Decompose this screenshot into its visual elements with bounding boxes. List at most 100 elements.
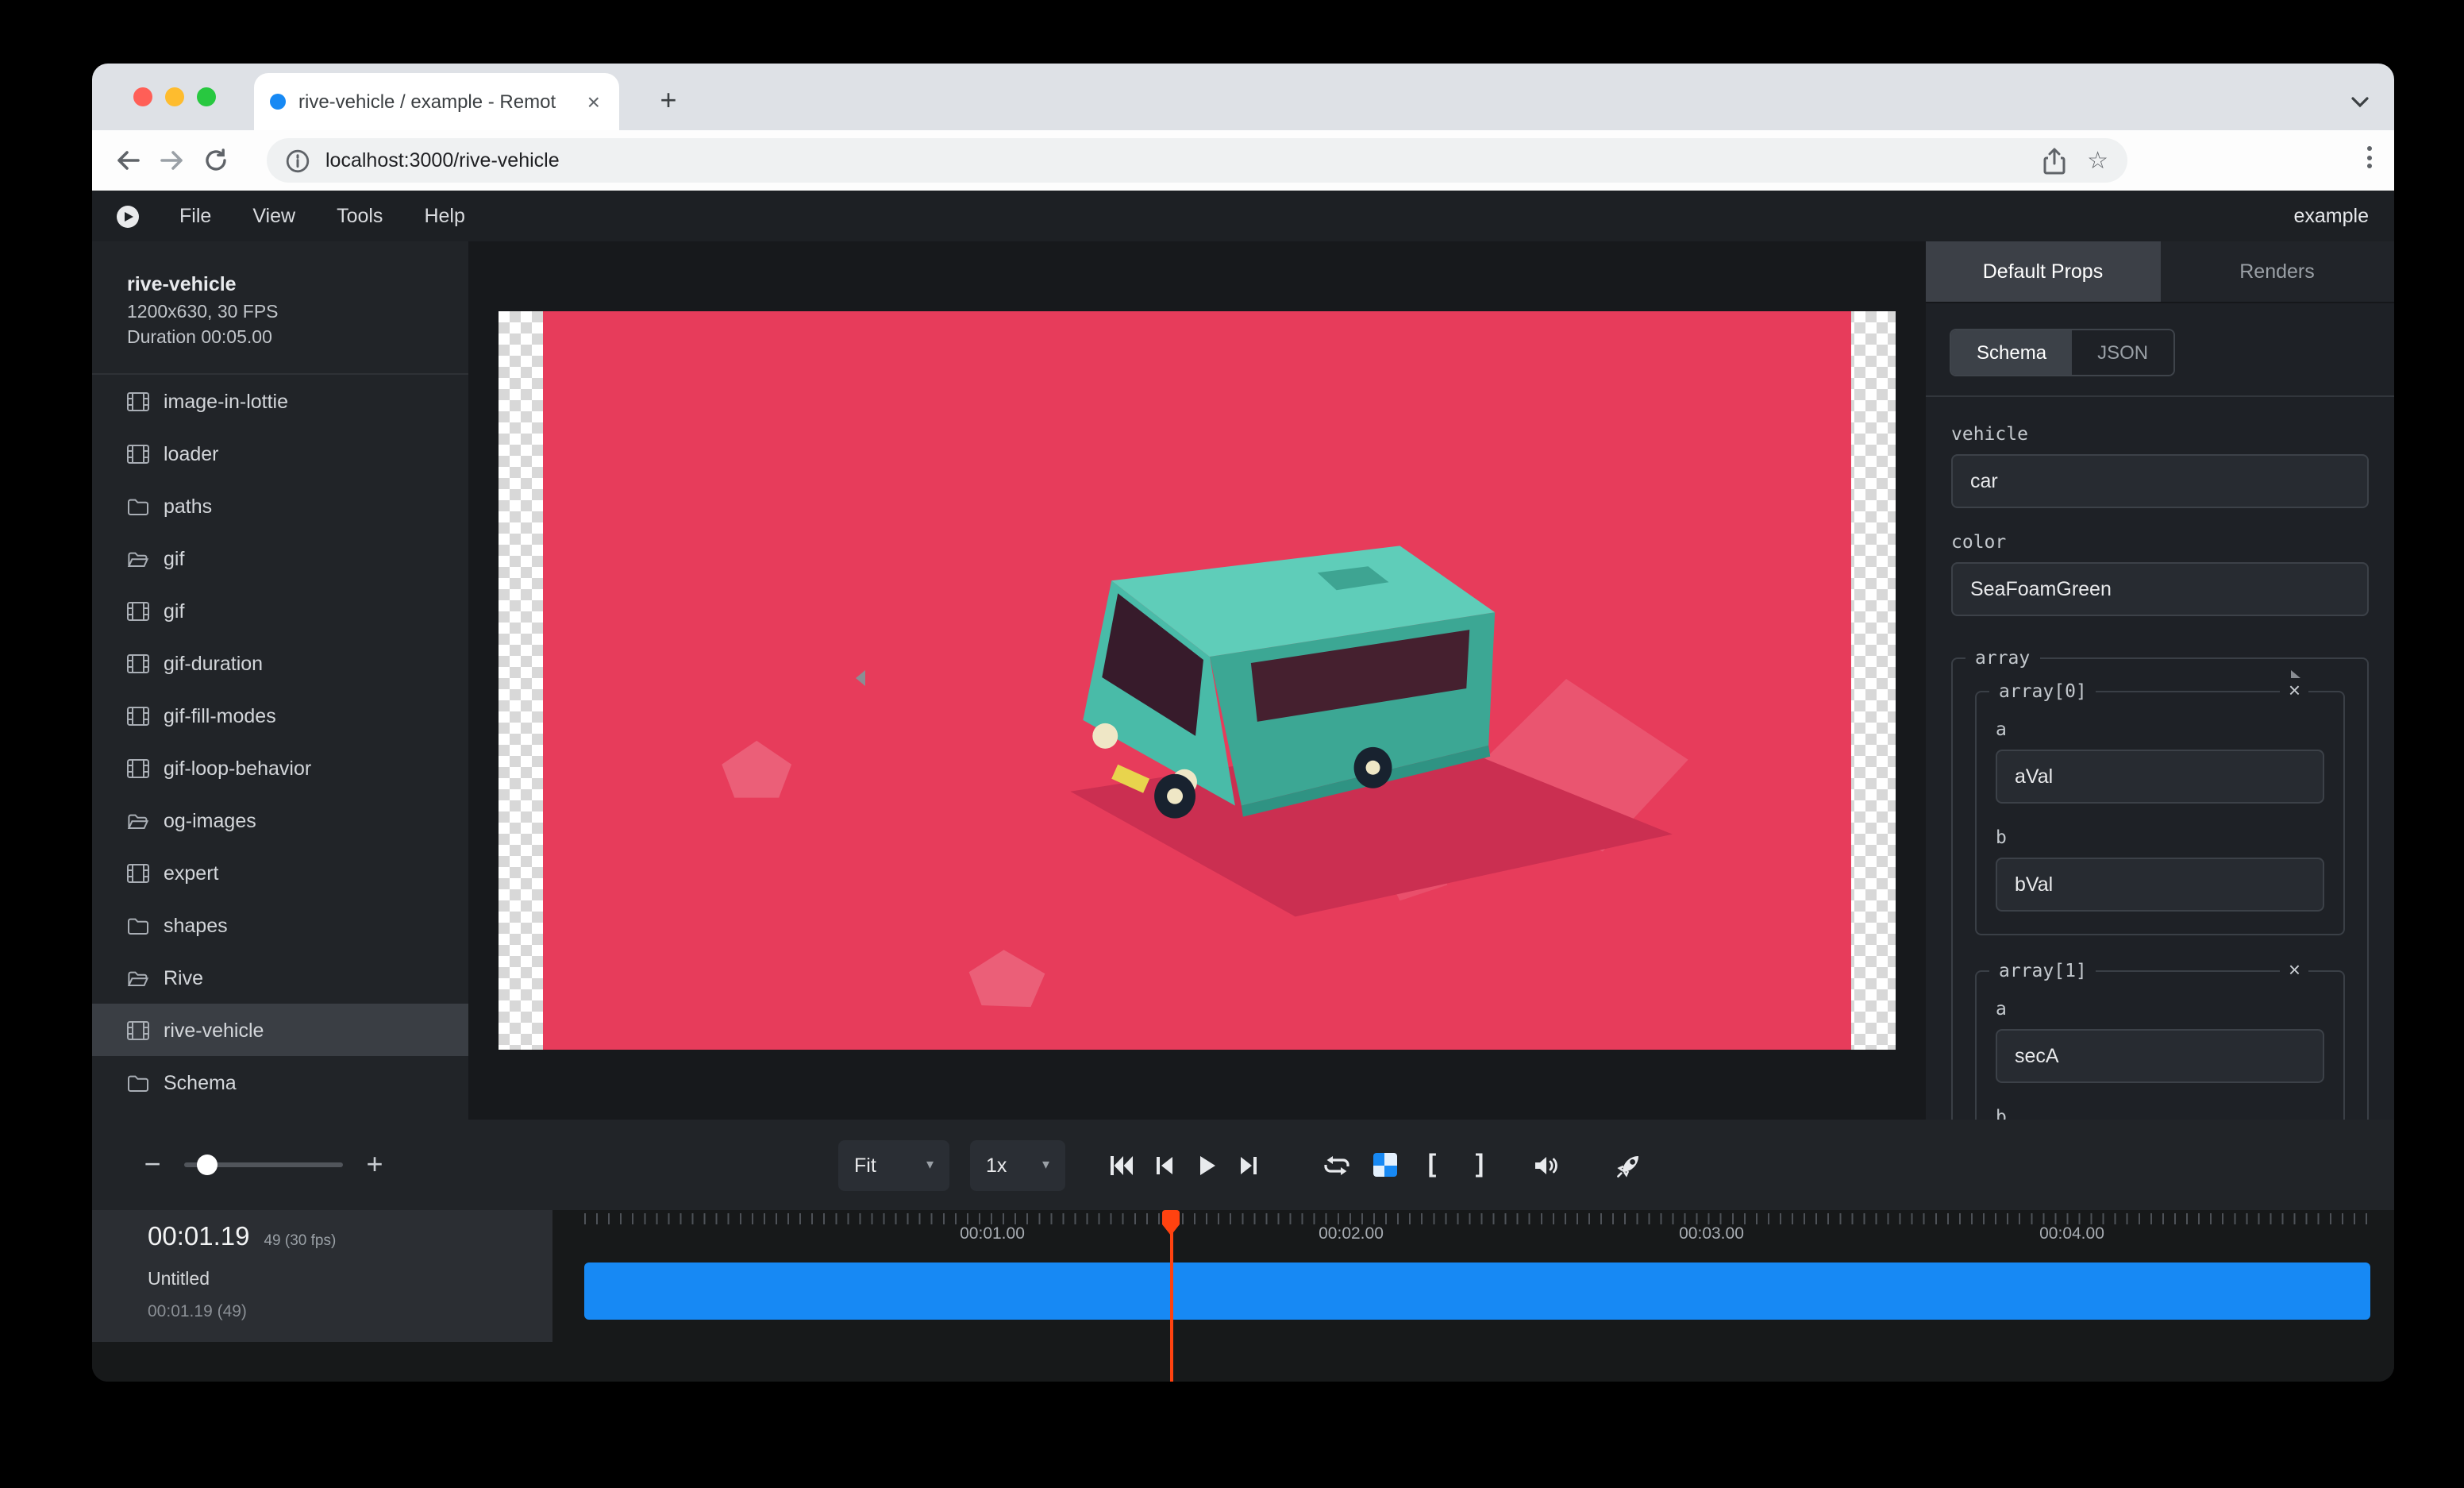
minimize-window-icon[interactable]: [165, 87, 184, 106]
in-point-icon[interactable]: [: [1413, 1146, 1451, 1184]
reload-icon[interactable]: [194, 138, 238, 183]
composition-duration: Duration 00:05.00: [127, 329, 443, 348]
zoom-window-icon[interactable]: [197, 87, 216, 106]
sidebar-item-label: rive-vehicle: [164, 1019, 264, 1041]
props-scroll-area: Schema JSON vehicle color array: [1926, 303, 2394, 1120]
film-icon: [127, 1020, 149, 1039]
tab-search-chevron-icon[interactable]: [2351, 87, 2369, 116]
volume-icon[interactable]: [1527, 1146, 1565, 1184]
film-icon: [127, 863, 149, 882]
array0-a-input[interactable]: [1996, 750, 2324, 804]
timeline-track-bar[interactable]: [584, 1262, 2370, 1320]
speed-select-value: 1x: [986, 1154, 1007, 1176]
field-label-b: b: [1996, 826, 2324, 848]
forward-icon[interactable]: [149, 138, 194, 183]
skip-to-end-icon[interactable]: [1230, 1146, 1269, 1184]
remove-array-item-icon[interactable]: ×: [2281, 678, 2308, 704]
collapse-left-panel-icon[interactable]: [856, 670, 865, 686]
sidebar-item-gif-loop-behavior[interactable]: gif-loop-behavior: [92, 742, 468, 794]
sidebar-item-label: gif-duration: [164, 652, 263, 674]
sidebar-item-rive-folder[interactable]: Rive: [92, 951, 468, 1004]
film-icon: [127, 706, 149, 725]
transport-controls: [1102, 1146, 1269, 1184]
site-info-icon[interactable]: [286, 148, 310, 172]
array-item-1: array[1] × a b: [1975, 970, 2345, 1120]
track-name[interactable]: Untitled: [148, 1270, 210, 1289]
back-icon[interactable]: [105, 138, 149, 183]
play-icon[interactable]: [1188, 1146, 1226, 1184]
browser-tabstrip: rive-vehicle / example - Remot × +: [92, 64, 2394, 130]
menu-tools[interactable]: Tools: [316, 205, 403, 227]
sidebar-item-gif-fill-modes[interactable]: gif-fill-modes: [92, 689, 468, 742]
menu-view[interactable]: View: [232, 205, 316, 227]
bookmark-star-icon[interactable]: ☆: [2087, 148, 2108, 172]
previous-frame-icon[interactable]: [1145, 1146, 1183, 1184]
sidebar-item-gif-duration[interactable]: gif-duration: [92, 637, 468, 689]
array1-a-input[interactable]: [1996, 1029, 2324, 1083]
composition-title: rive-vehicle: [127, 273, 443, 295]
playback-speed-select[interactable]: 1x ▾: [970, 1139, 1065, 1190]
remove-array-item-icon[interactable]: ×: [2281, 958, 2308, 983]
video-canvas[interactable]: [543, 311, 1851, 1050]
zoom-in-button[interactable]: +: [359, 1148, 391, 1182]
tab-default-props[interactable]: Default Props: [1926, 241, 2160, 302]
sidebar-item-gif-folder[interactable]: gif: [92, 532, 468, 584]
fit-select[interactable]: Fit ▾: [838, 1139, 949, 1190]
current-time: 00:01.19: [148, 1223, 249, 1253]
sidebar-item-expert[interactable]: expert: [92, 846, 468, 899]
project-name: example: [2294, 205, 2379, 227]
close-window-icon[interactable]: [133, 87, 152, 106]
menu-help[interactable]: Help: [403, 205, 485, 227]
browser-menu-icon[interactable]: [2367, 146, 2372, 168]
folder-open-icon: [127, 811, 149, 830]
tab-favicon-icon: [270, 94, 286, 110]
tab-renders[interactable]: Renders: [2160, 241, 2394, 302]
share-icon[interactable]: [2042, 147, 2065, 174]
ruler-label: 00:03.00: [1679, 1224, 1744, 1243]
sidebar-item-loader[interactable]: loader: [92, 427, 468, 480]
array-item-0: array[0] × a b: [1975, 691, 2345, 935]
ruler-label: 00:04.00: [2039, 1224, 2104, 1243]
menu-file[interactable]: File: [159, 205, 232, 227]
playhead[interactable]: [1162, 1210, 1180, 1382]
film-icon: [127, 653, 149, 673]
browser-tab[interactable]: rive-vehicle / example - Remot ×: [254, 73, 619, 130]
sidebar-item-shapes[interactable]: shapes: [92, 899, 468, 951]
toggle-json[interactable]: JSON: [2072, 330, 2173, 375]
array0-b-input[interactable]: [1996, 858, 2324, 912]
out-point-icon[interactable]: ]: [1461, 1146, 1499, 1184]
toggle-schema[interactable]: Schema: [1951, 330, 2072, 375]
new-tab-button[interactable]: +: [648, 79, 689, 121]
app-logo-icon[interactable]: [116, 204, 140, 228]
array-group-label: array: [1965, 646, 2039, 669]
sidebar-item-rive-vehicle[interactable]: rive-vehicle: [92, 1004, 468, 1056]
render-rocket-icon[interactable]: [1610, 1146, 1648, 1184]
transparency-toggle-icon[interactable]: [1365, 1146, 1403, 1184]
compositions-sidebar: rive-vehicle 1200x630, 30 FPS Duration 0…: [92, 241, 468, 1120]
props-tabs: Default Props Renders: [1926, 241, 2394, 303]
playhead-line: [1170, 1232, 1172, 1382]
sidebar-item-og-images[interactable]: og-images: [92, 794, 468, 846]
schema-json-toggle: Schema JSON: [1950, 329, 2175, 376]
timeline-ruler[interactable]: 00:01.00 00:02.00 00:03.00 00:04.00: [552, 1210, 2394, 1251]
zoom-slider[interactable]: [184, 1162, 343, 1167]
zoom-slider-knob[interactable]: [197, 1155, 218, 1175]
sidebar-item-paths[interactable]: paths: [92, 480, 468, 532]
vehicle-input[interactable]: [1951, 454, 2369, 508]
skip-to-start-icon[interactable]: [1102, 1146, 1140, 1184]
film-icon: [127, 444, 149, 463]
toolbar-toggles: [ ]: [1318, 1146, 1648, 1184]
sidebar-item-image-in-lottie[interactable]: image-in-lottie: [92, 375, 468, 427]
tab-close-icon[interactable]: ×: [584, 89, 603, 114]
sidebar-item-schema[interactable]: Schema: [92, 1056, 468, 1108]
omnibox[interactable]: localhost:3000/rive-vehicle ☆: [267, 138, 2127, 183]
composition-dimensions: 1200x630, 30 FPS: [127, 303, 443, 322]
preview-stage: [468, 241, 1902, 1120]
zoom-out-button[interactable]: −: [137, 1148, 168, 1182]
film-icon: [127, 758, 149, 777]
folder-icon: [127, 916, 149, 935]
remotion-studio: File View Tools Help example rive-vehicl…: [92, 191, 2394, 1382]
color-input[interactable]: [1951, 562, 2369, 616]
sidebar-item-gif[interactable]: gif: [92, 584, 468, 637]
loop-icon[interactable]: [1318, 1146, 1356, 1184]
